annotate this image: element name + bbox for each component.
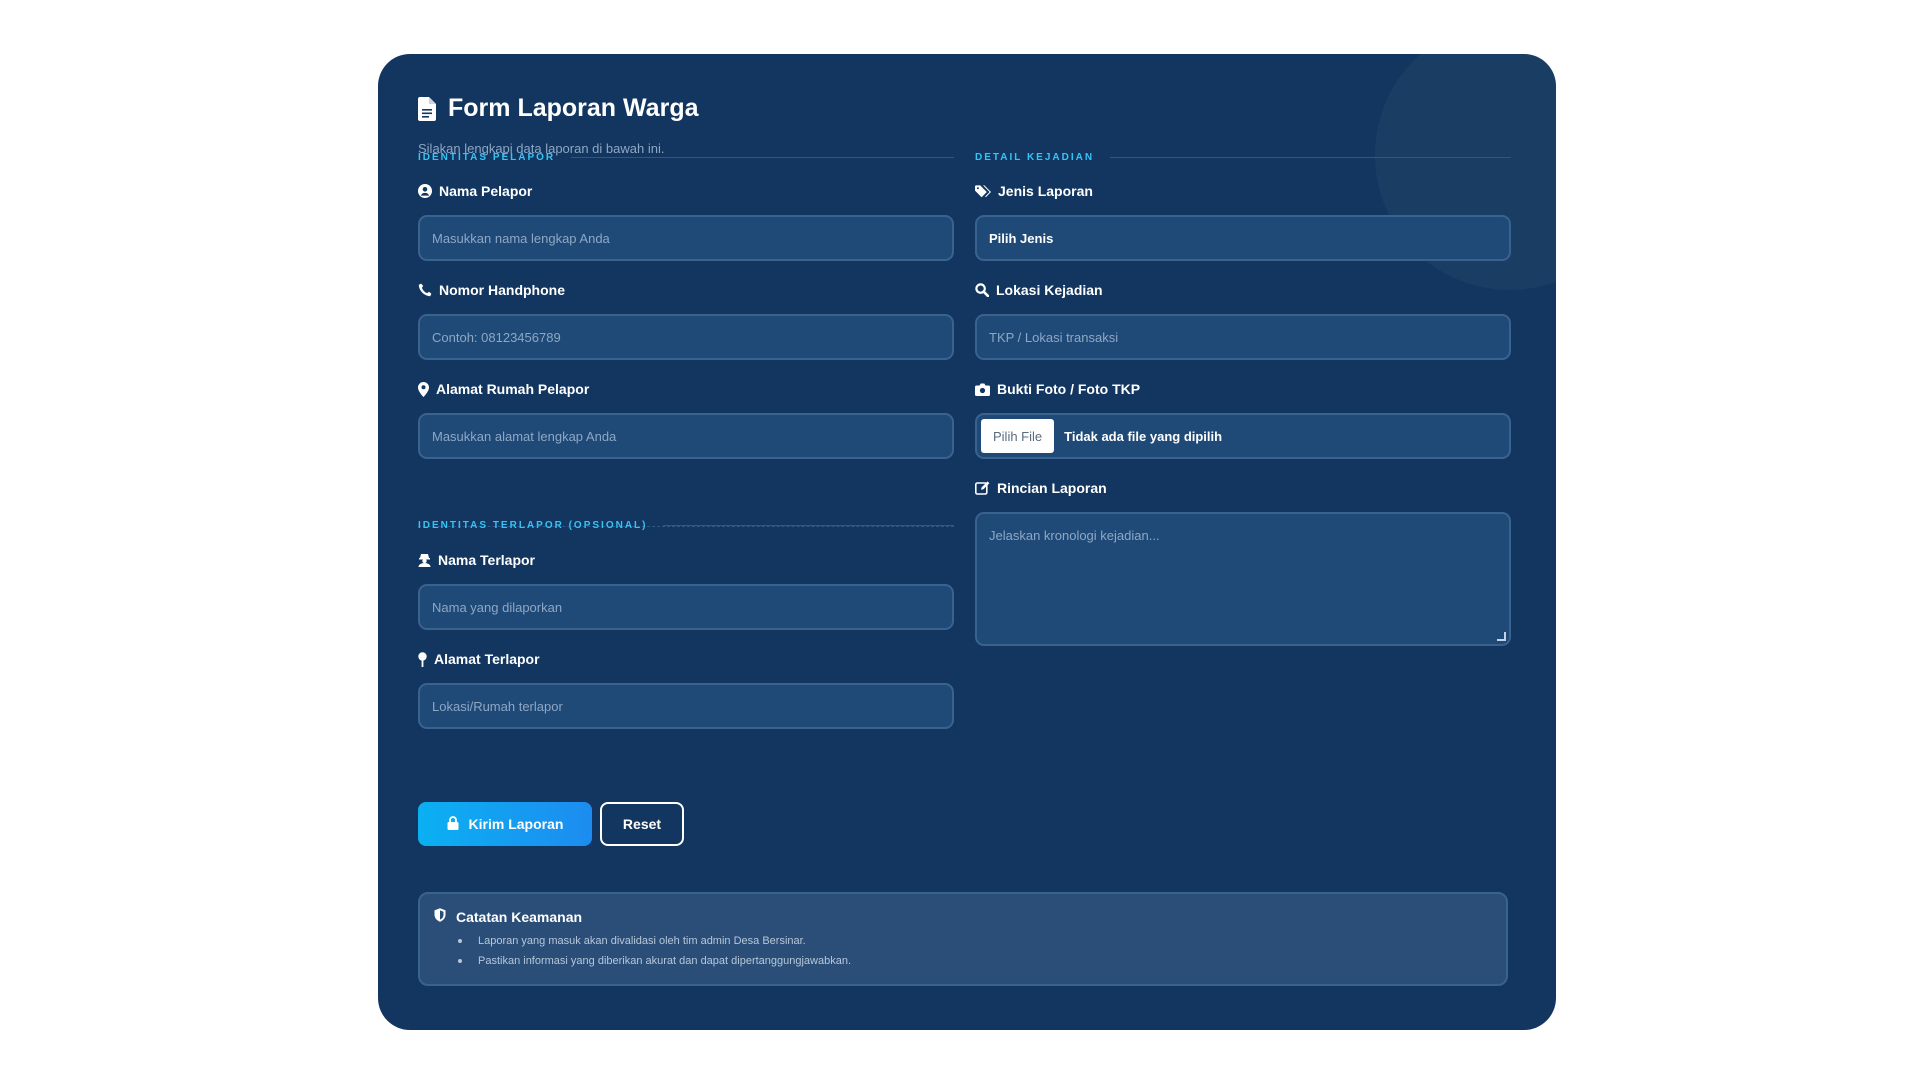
alamat-pelapor-input[interactable]: Masukkan alamat lengkap Anda <box>418 413 954 459</box>
label-nama-terlapor: Nama Terlapor <box>418 550 954 570</box>
section-divider <box>663 525 954 526</box>
resize-handle[interactable] <box>1497 632 1506 641</box>
camera-icon <box>975 383 990 396</box>
nomor-handphone-input[interactable]: Contoh: 08123456789 <box>418 314 954 360</box>
submit-button[interactable]: Kirim Laporan <box>418 802 592 846</box>
field-rincian-laporan: Rincian Laporan Jelaskan kronologi kejad… <box>975 478 1511 646</box>
tags-icon <box>975 184 991 198</box>
search-icon <box>975 283 989 297</box>
section-title-pelapor: IDENTITAS PELAPOR <box>418 152 556 163</box>
label-text: Jenis Laporan <box>998 183 1093 199</box>
nama-pelapor-input[interactable]: Masukkan nama lengkap Anda <box>418 215 954 261</box>
section-header-terlapor: IDENTITAS TERLAPOR (OPSIONAL) <box>418 520 954 531</box>
label-bukti-foto: Bukti Foto / Foto TKP <box>975 379 1511 399</box>
label-nama-pelapor: Nama Pelapor <box>418 181 954 201</box>
field-alamat-pelapor: Alamat Rumah Pelapor Masukkan alamat len… <box>418 379 954 459</box>
user-circle-icon <box>418 184 432 198</box>
section-divider <box>1110 157 1511 158</box>
choose-file-button[interactable]: Pilih File <box>981 419 1055 453</box>
label-text: Nama Terlapor <box>438 552 535 568</box>
field-nama-terlapor: Nama Terlapor Nama yang dilaporkan <box>418 550 954 630</box>
field-alamat-terlapor: Alamat Terlapor Lokasi/Rumah terlapor <box>418 649 954 729</box>
label-text: Nama Pelapor <box>439 183 533 199</box>
alamat-terlapor-input[interactable]: Lokasi/Rumah terlapor <box>418 683 954 729</box>
note-header: Catatan Keamanan <box>434 908 1492 925</box>
note-title: Catatan Keamanan <box>456 908 583 925</box>
label-jenis-laporan: Jenis Laporan <box>975 181 1511 201</box>
nama-terlapor-input[interactable]: Nama yang dilaporkan <box>418 584 954 630</box>
section-title-terlapor: IDENTITAS TERLAPOR (OPSIONAL) <box>418 520 648 531</box>
label-lokasi-kejadian: Lokasi Kejadian <box>975 280 1511 300</box>
document-icon <box>418 96 436 121</box>
section-divider <box>571 157 954 158</box>
rincian-laporan-textarea[interactable]: Jelaskan kronologi kejadian... <box>975 512 1511 646</box>
textarea-placeholder: Jelaskan kronologi kejadian... <box>989 528 1160 543</box>
section-title-kejadian: DETAIL KEJADIAN <box>975 152 1095 163</box>
section-header-pelapor: IDENTITAS PELAPOR <box>418 152 954 163</box>
security-note: Catatan Keamanan Laporan yang masuk akan… <box>418 892 1508 986</box>
label-text: Alamat Terlapor <box>434 651 540 667</box>
shield-icon <box>434 908 446 925</box>
edit-icon <box>975 481 990 495</box>
label-alamat-pelapor: Alamat Rumah Pelapor <box>418 379 954 399</box>
submit-label: Kirim Laporan <box>468 816 564 832</box>
list-item: Pastikan informasi yang diberikan akurat… <box>458 951 1492 971</box>
form-header: Form Laporan Warga Silakan lengkapi data… <box>418 94 699 156</box>
label-text: Alamat Rumah Pelapor <box>436 381 590 397</box>
thumbtack-icon <box>418 651 427 667</box>
field-nama-pelapor: Nama Pelapor Masukkan nama lengkap Anda <box>418 181 954 261</box>
note-list: Laporan yang masuk akan divalidasi oleh … <box>434 931 1492 971</box>
map-pin-icon <box>418 381 429 397</box>
label-text: Lokasi Kejadian <box>996 282 1103 298</box>
phone-icon <box>418 283 432 297</box>
file-status-text: Tidak ada file yang dipilih <box>1064 428 1223 444</box>
label-rincian-laporan: Rincian Laporan <box>975 478 1511 498</box>
list-item: Laporan yang masuk akan divalidasi oleh … <box>458 931 1492 951</box>
title-row: Form Laporan Warga <box>418 94 699 123</box>
field-jenis-laporan: Jenis Laporan Pilih Jenis <box>975 181 1511 261</box>
bukti-foto-file-input: Pilih File Tidak ada file yang dipilih <box>975 413 1511 459</box>
label-alamat-terlapor: Alamat Terlapor <box>418 649 954 669</box>
user-secret-icon <box>418 553 431 567</box>
lock-icon <box>447 815 459 833</box>
label-text: Bukti Foto / Foto TKP <box>997 381 1141 397</box>
label-text: Nomor Handphone <box>439 282 565 298</box>
field-nomor-handphone: Nomor Handphone Contoh: 08123456789 <box>418 280 954 360</box>
jenis-laporan-select[interactable]: Pilih Jenis <box>975 215 1511 261</box>
label-text: Rincian Laporan <box>997 480 1107 496</box>
form-actions: Kirim Laporan Reset <box>418 802 684 846</box>
report-form-card: Form Laporan Warga Silakan lengkapi data… <box>378 54 1556 1030</box>
label-nomor-handphone: Nomor Handphone <box>418 280 954 300</box>
reset-button[interactable]: Reset <box>600 802 684 846</box>
section-header-kejadian: DETAIL KEJADIAN <box>975 152 1511 163</box>
field-bukti-foto: Bukti Foto / Foto TKP Pilih File Tidak a… <box>975 379 1511 459</box>
page-title: Form Laporan Warga <box>448 94 699 122</box>
lokasi-kejadian-input[interactable]: TKP / Lokasi transaksi <box>975 314 1511 360</box>
field-lokasi-kejadian: Lokasi Kejadian TKP / Lokasi transaksi <box>975 280 1511 360</box>
